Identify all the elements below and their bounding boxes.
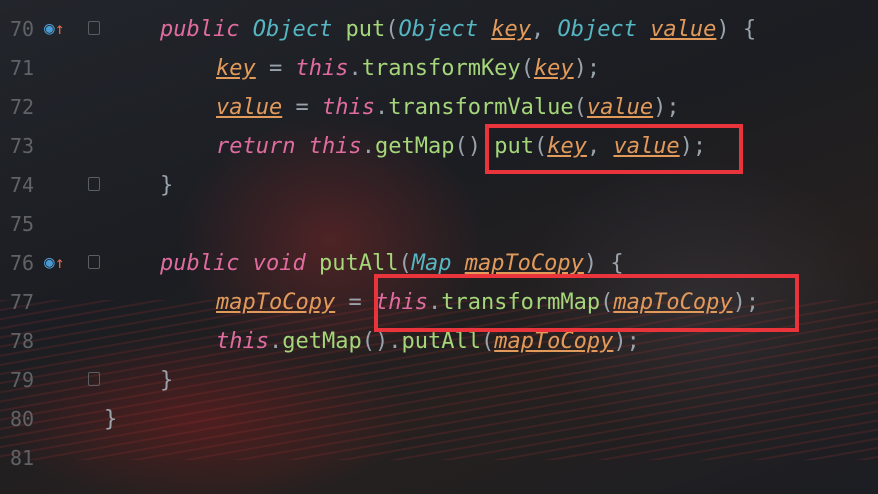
line-number: 81 (10, 446, 35, 470)
line-number: 74 (10, 173, 35, 197)
code-line-72[interactable]: 72 value = this.transformValue(value); (0, 88, 878, 127)
fold-marker-icon[interactable] (88, 21, 100, 35)
code-line-76[interactable]: 76 ◉↑ public void putAll(Map mapToCopy) … (0, 244, 878, 283)
gutter-icons[interactable]: ◉↑ (44, 253, 64, 273)
line-number: 79 (10, 368, 35, 392)
fold-marker-icon[interactable] (88, 255, 100, 269)
code-text: key = this.transformKey(key); (216, 56, 601, 81)
line-number: 72 (10, 95, 35, 119)
override-icon[interactable]: ◉ (44, 252, 55, 273)
gutter-icons[interactable]: ◉↑ (44, 19, 64, 39)
code-text: public Object put(Object key, Object val… (160, 17, 757, 42)
code-line-74[interactable]: 74 } (0, 166, 878, 205)
line-number: 75 (10, 212, 35, 236)
code-line-75[interactable]: 75 (0, 205, 878, 244)
code-text: } (104, 407, 118, 432)
line-number: 77 (10, 290, 35, 314)
code-text: mapToCopy = this.transformMap(mapToCopy)… (216, 290, 760, 315)
code-text: public void putAll(Map mapToCopy) { (160, 251, 624, 276)
code-line-73[interactable]: 73 return this.getMap().put(key, value); (0, 127, 878, 166)
code-line-77[interactable]: 77 mapToCopy = this.transformMap(mapToCo… (0, 283, 878, 322)
line-number: 73 (10, 134, 35, 158)
code-line-79[interactable]: 79 } (0, 361, 878, 400)
code-line-81[interactable]: 81 (0, 439, 878, 478)
code-line-71[interactable]: 71 key = this.transformKey(key); (0, 49, 878, 88)
code-text: value = this.transformValue(value); (216, 95, 680, 120)
code-line-78[interactable]: 78 this.getMap().putAll(mapToCopy); (0, 322, 878, 361)
code-text: } (160, 173, 174, 198)
code-line-70[interactable]: 70 ◉↑ public Object put(Object key, Obje… (0, 10, 878, 49)
override-icon[interactable]: ◉ (44, 18, 55, 39)
line-number: 78 (10, 329, 35, 353)
fold-marker-icon[interactable] (88, 372, 100, 386)
code-text: } (160, 368, 174, 393)
code-text: return this.getMap().put(key, value); (216, 134, 707, 159)
code-text: this.getMap().putAll(mapToCopy); (216, 329, 640, 354)
code-line-80[interactable]: 80 } (0, 400, 878, 439)
line-number: 71 (10, 56, 35, 80)
line-number: 80 (10, 407, 35, 431)
implements-up-arrow-icon[interactable]: ↑ (55, 253, 65, 272)
fold-marker-icon[interactable] (88, 177, 100, 191)
implements-up-arrow-icon[interactable]: ↑ (55, 19, 65, 38)
